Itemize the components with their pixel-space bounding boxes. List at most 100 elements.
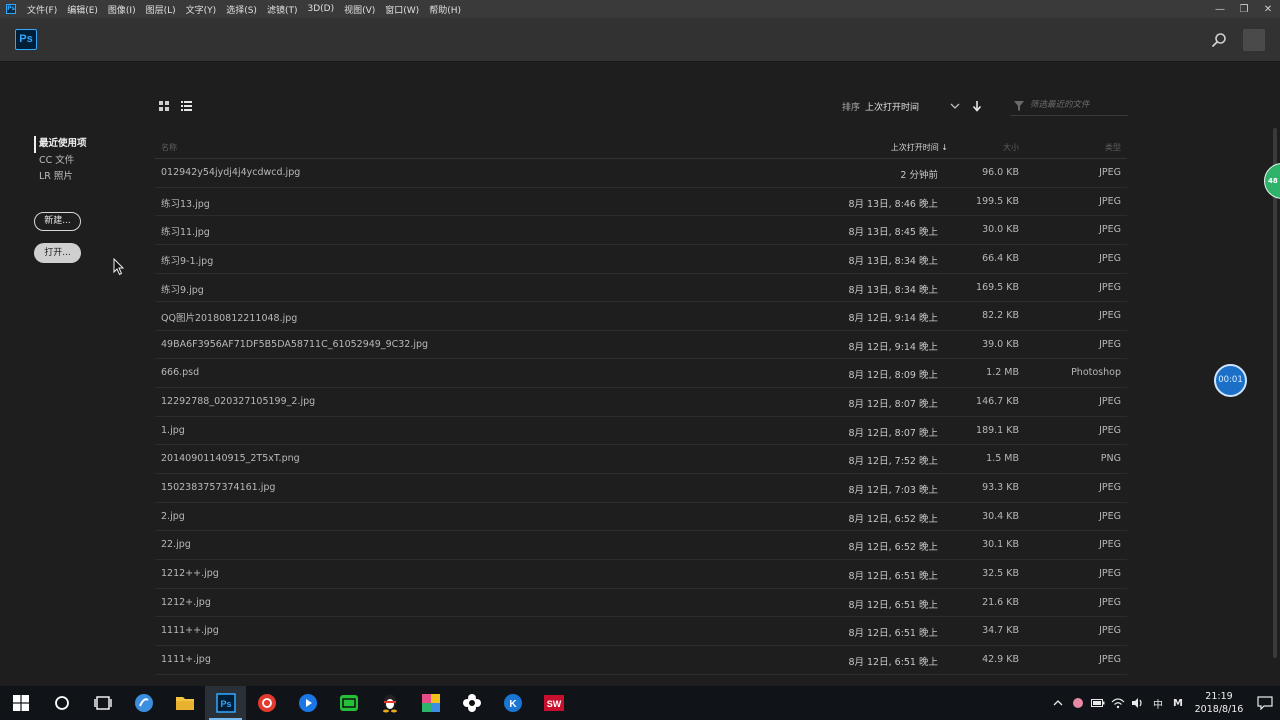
menu-type[interactable]: 文字(Y) [181,3,222,16]
sidebar-item-recent[interactable]: 最近使用项 [34,136,87,153]
file-type: JPEG [1099,424,1121,436]
table-row[interactable]: 49BA6F3956AF71DF5B5DA58711C_61052949_9C3… [155,331,1127,360]
solidworks-icon[interactable]: SW [533,686,574,720]
windows-start-icon[interactable] [0,686,41,720]
menu-help[interactable]: 帮助(H) [424,3,466,16]
table-row[interactable]: 1212+.jpg 8月 12日, 6:51 晚上 21.6 KB JPEG [155,589,1127,618]
iqiyi-icon[interactable] [328,686,369,720]
ime-mode-indicator[interactable]: M [1168,686,1188,720]
menu-view[interactable]: 视图(V) [339,3,380,16]
sogou-browser-icon[interactable] [123,686,164,720]
table-row[interactable]: 12292788_020327105199_2.jpg 8月 12日, 8:07 … [155,388,1127,417]
last-opened: 8月 12日, 9:14 晚上 [848,313,938,325]
last-opened: 8月 12日, 8:07 晚上 [848,427,938,439]
table-row[interactable]: 2.jpg 8月 12日, 6:52 晚上 30.4 KB JPEG [155,503,1127,532]
table-row[interactable]: 1.jpg 8月 12日, 8:07 晚上 189.1 KB JPEG [155,417,1127,446]
last-opened: 8月 12日, 6:51 晚上 [848,656,938,668]
menu-file[interactable]: 文件(F) [22,3,62,16]
table-row[interactable]: 1111+.jpg 8月 12日, 6:51 晚上 42.9 KB JPEG [155,646,1127,675]
list-view-icon[interactable] [181,101,192,111]
taskbar: Ps K SW 中 M 21:19 2018/8/16 [0,686,1280,720]
table-row[interactable]: QQ图片20180812211048.jpg 8月 12日, 9:14 晚上 82.… [155,302,1127,331]
menu-edit[interactable]: 编辑(E) [62,3,103,16]
file-explorer-icon[interactable] [164,686,205,720]
table-row[interactable]: 666.psd 8月 12日, 8:09 晚上 1.2 MB Photoshop [155,359,1127,389]
flower-app-icon[interactable] [451,686,492,720]
notification-icon[interactable] [1250,686,1280,720]
recording-timer-badge[interactable]: 00:01 [1214,364,1247,397]
restore-button[interactable]: ❐ [1232,0,1256,18]
netease-music-icon[interactable] [246,686,287,720]
avatar[interactable] [1243,29,1265,51]
open-button[interactable]: 打开... [34,243,81,263]
scrollbar[interactable] [1273,128,1277,658]
video-player-icon[interactable] [287,686,328,720]
menu-layer[interactable]: 图层(L) [141,3,181,16]
column-header-time[interactable]: 上次打开时间 ↓ [891,142,948,153]
filter-input[interactable] [1030,98,1126,112]
file-name: QQ图片20180812211048.jpg [161,313,298,325]
sort-direction-icon[interactable] [972,100,982,112]
column-header-type[interactable]: 类型 [1105,142,1121,153]
file-size: 199.5 KB [976,195,1019,207]
file-name: 练习13.jpg [161,198,210,210]
table-row[interactable]: 练习9.jpg 8月 13日, 8:34 晚上 169.5 KB JPEG [155,274,1127,303]
file-name: 练习9.jpg [161,284,204,296]
column-header-size[interactable]: 大小 [1003,142,1019,153]
wifi-icon[interactable] [1108,686,1128,720]
table-row[interactable]: 练习13.jpg 8月 13日, 8:46 晚上 199.5 KB JPEG [155,188,1127,217]
grid-view-icon[interactable] [159,101,169,111]
file-size: 189.1 KB [976,424,1019,436]
tray-app-icon[interactable] [1068,686,1088,720]
table-row[interactable]: 练习9-1.jpg 8月 13日, 8:34 晚上 66.4 KB JPEG [155,245,1127,274]
volume-icon[interactable] [1128,686,1148,720]
kugou-icon[interactable]: K [492,686,533,720]
table-row[interactable]: 20140901140915_2T5xT.png 8月 12日, 7:52 晚上 1… [155,445,1127,475]
table-row[interactable]: 1111++.jpg 8月 12日, 6:51 晚上 34.7 KB JPEG [155,617,1127,646]
clock[interactable]: 21:19 2018/8/16 [1188,690,1250,716]
qq-penguin-icon[interactable] [369,686,410,720]
menu-3d[interactable]: 3D(D) [302,4,339,14]
file-size: 34.7 KB [982,625,1019,637]
last-opened: 8月 12日, 8:09 晚上 [848,370,938,382]
colorful-app-icon[interactable] [410,686,451,720]
table-row[interactable]: 1212++.jpg 8月 12日, 6:51 晚上 32.5 KB JPEG [155,560,1127,589]
chevron-down-icon[interactable] [950,101,960,111]
chevron-up-icon[interactable] [1048,686,1068,720]
file-type: JPEG [1099,310,1121,322]
battery-icon[interactable] [1088,686,1108,720]
task-view-icon[interactable] [82,686,123,720]
search-icon[interactable] [1211,32,1227,48]
file-size: 1.2 MB [986,367,1019,379]
file-type: JPEG [1099,482,1121,494]
table-body: 012942y54jydj4j4ycdwcd.jpg 2 分钟前 96.0 KB JP… [155,159,1127,675]
clock-date: 2018/8/16 [1194,704,1244,715]
minimize-button[interactable]: — [1208,0,1232,18]
menu-select[interactable]: 选择(S) [221,3,262,16]
new-button[interactable]: 新建... [34,212,81,231]
photoshop-icon[interactable]: Ps [205,686,246,720]
menu-filter[interactable]: 滤镜(T) [262,3,303,16]
table-row[interactable]: 012942y54jydj4j4ycdwcd.jpg 2 分钟前 96.0 KB JP… [155,159,1127,188]
file-name: 练习9-1.jpg [161,255,214,267]
close-button[interactable]: ✕ [1256,0,1280,18]
clock-time: 21:19 [1205,691,1233,702]
table-row[interactable]: 练习11.jpg 8月 13日, 8:45 晚上 30.0 KB JPEG [155,216,1127,245]
sidebar-item-lr-photos[interactable]: LR 照片 [34,169,87,186]
table-row[interactable]: 22.jpg 8月 12日, 6:52 晚上 30.1 KB JPEG [155,531,1127,560]
file-size: 1.5 MB [986,453,1019,465]
last-opened: 8月 12日, 6:51 晚上 [848,599,938,611]
sidebar-item-cc-files[interactable]: CC 文件 [34,153,87,170]
cortana-search-icon[interactable] [41,686,82,720]
photoshop-logo[interactable]: Ps [15,29,37,50]
file-type: JPEG [1099,396,1121,408]
file-type: Photoshop [1071,367,1121,379]
column-header-name[interactable]: 名称 [161,142,177,153]
sort-dropdown[interactable]: 上次打开时间 [865,100,919,113]
table-row[interactable]: 1502383757374161.jpg 8月 12日, 7:03 晚上 93.3 … [155,474,1127,503]
menu-image[interactable]: 图像(I) [103,3,141,16]
ime-indicator[interactable]: 中 [1148,686,1168,720]
menu-window[interactable]: 窗口(W) [380,3,424,16]
file-size: 39.0 KB [982,338,1019,350]
file-name: 练习11.jpg [161,227,210,239]
